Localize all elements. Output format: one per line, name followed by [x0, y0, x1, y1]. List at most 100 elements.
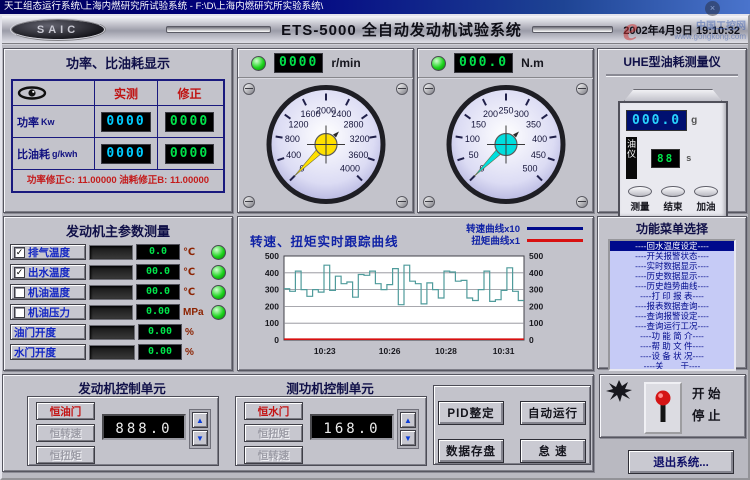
power-corrected-display: 0000 [165, 112, 214, 132]
engine-param-row: 机油压力0.00MPa [10, 304, 226, 320]
engine-param-row: 机油温度00.0℃ [10, 284, 226, 300]
spin-down-button[interactable]: ▼ [192, 430, 208, 446]
col-corrected: 修正 [158, 81, 221, 105]
svg-text:150: 150 [470, 119, 485, 129]
menu-item[interactable]: ----查询报警设定---- [610, 311, 734, 321]
dyno-setpoint-stepper: ▲ ▼ [397, 409, 419, 449]
mode-button[interactable]: 恒扭矩 [36, 446, 95, 464]
menu-item[interactable]: ----回水温度设定---- [610, 241, 734, 251]
param-bar [89, 285, 133, 300]
correction-factors: 功率修正C: 11.00000 油耗修正B: 11.00000 [13, 170, 223, 191]
menu-title: 功能菜单选择 [598, 217, 746, 237]
svg-text:10:23: 10:23 [314, 346, 336, 356]
window-title: 天工组态运行系统\上海内燃研究所试验系统 - F:\D\上海内燃研究所实验系统\ [4, 1, 323, 12]
svg-text:50: 50 [468, 150, 478, 160]
menu-item[interactable]: ----功 能 简 介---- [610, 331, 734, 341]
menu-item[interactable]: ----设 备 状 况---- [610, 351, 734, 361]
menu-item[interactable]: ----报表数据查询---- [610, 301, 734, 311]
uhe-button[interactable]: 加油 [694, 186, 718, 213]
param-label-button[interactable]: 水门开度 [10, 344, 86, 360]
param-checkbox[interactable] [14, 307, 25, 318]
action-button[interactable]: 怠 速 [520, 439, 586, 463]
uhe-fuel-meter-panel: UHE型油耗测量仪 000.0 g 油仪 88 s 测量结束加油 [597, 48, 747, 213]
start-stop-lever[interactable] [644, 382, 682, 434]
mode-button[interactable]: 恒油门 [36, 402, 95, 420]
function-menu-list[interactable]: ----回水温度设定--------开关报警状态--------实时数据显示--… [608, 239, 736, 371]
sfc-measured-display: 0000 [101, 144, 150, 164]
uhe-button[interactable]: 测量 [628, 186, 652, 213]
param-unit-label: % [185, 327, 210, 338]
svg-text:250: 250 [498, 105, 513, 115]
param-value-display: 0.00 [136, 304, 180, 320]
mode-button[interactable]: 恒转速 [36, 424, 95, 442]
svg-text:500: 500 [265, 251, 279, 261]
param-led-indicator [211, 245, 226, 260]
engine-control-unit: 恒油门恒转速恒扭矩 888.0 ▲ ▼ [27, 396, 219, 466]
menu-item[interactable]: ----打 印 报 表---- [610, 291, 734, 301]
svg-text:400: 400 [286, 150, 301, 160]
param-label-button[interactable]: 油门开度 [10, 324, 86, 340]
engine-params-title: 发动机主参数测量 [4, 217, 232, 240]
bottom-control-area: 发动机控制单元 测功机控制单元 恒油门恒转速恒扭矩 888.0 ▲ ▼ 恒水门恒… [2, 374, 594, 472]
exit-system-button[interactable]: 退出系统... [628, 450, 734, 474]
dyno-setpoint-display: 168.0 [310, 414, 394, 440]
spin-down-button[interactable]: ▼ [400, 430, 416, 446]
app-title: ETS-5000 全自动发动机试验系统 [281, 19, 522, 40]
param-bar [89, 245, 133, 260]
mode-button[interactable]: 恒水门 [244, 402, 303, 420]
power-row-label: 功率 Kw [13, 106, 95, 137]
torque-gauge-panel: 000.0 N.m 050100150200250300350400450500 [417, 48, 594, 213]
param-value-display: 0.0 [136, 244, 180, 260]
uhe-grams-unit: g [691, 115, 697, 126]
svg-text:10:28: 10:28 [435, 346, 457, 356]
legend-entry: 扭矩曲线x1 [466, 234, 583, 246]
spin-up-button[interactable]: ▲ [192, 412, 208, 428]
svg-text:300: 300 [265, 285, 279, 295]
param-checkbox[interactable]: ✓ [14, 267, 25, 278]
svg-text:500: 500 [529, 251, 543, 261]
menu-item[interactable]: ----关 于---- [610, 361, 734, 371]
torque-gauge-dial: 050100150200250300350400450500 [421, 82, 591, 209]
svg-text:800: 800 [284, 134, 299, 144]
param-label-button[interactable]: ✓出水温度 [10, 264, 86, 280]
param-label-button[interactable]: 机油温度 [10, 284, 86, 300]
action-button[interactable]: 自动运行 [520, 401, 586, 425]
param-unit-label: ℃ [183, 287, 208, 298]
tracking-chart-panel: 转速、扭矩实时跟踪曲线 转速曲线x10扭矩曲线x1 00100100200200… [237, 216, 594, 371]
menu-item[interactable]: ----历史趋势曲线---- [610, 281, 734, 291]
uhe-buttons: 测量结束加油 [626, 186, 720, 213]
param-led-indicator [211, 305, 226, 320]
svg-text:400: 400 [532, 134, 547, 144]
param-label-button[interactable]: ✓排气温度 [10, 244, 86, 260]
menu-item[interactable]: ----查询运行工况---- [610, 321, 734, 331]
menu-item[interactable]: ----实时数据显示---- [610, 261, 734, 271]
stop-label: 停 止 [692, 405, 720, 427]
param-checkbox[interactable] [14, 287, 25, 298]
legend-line [527, 227, 583, 230]
param-bar [89, 305, 133, 320]
torque-readout-strip: 000.0 N.m [418, 49, 593, 79]
menu-item[interactable]: ----帮 助 文 件---- [610, 341, 734, 351]
start-stop-labels: 开 始 停 止 [692, 383, 720, 427]
mode-button[interactable]: 恒转速 [244, 446, 303, 464]
speed-digital-display: 0000 [274, 53, 323, 73]
action-button[interactable]: 数据存盘 [438, 439, 504, 463]
engine-setpoint-display: 888.0 [102, 414, 186, 440]
svg-text:2400: 2400 [331, 109, 351, 119]
action-button[interactable]: PID整定 [438, 401, 504, 425]
action-buttons-panel: PID整定自动运行数据存盘怠 速 [433, 385, 591, 465]
param-unit-label: ℃ [183, 267, 208, 278]
menu-item[interactable]: ----开关报警状态---- [610, 251, 734, 261]
uhe-button[interactable]: 结束 [661, 186, 685, 213]
svg-text:1200: 1200 [288, 119, 308, 129]
svg-text:10:26: 10:26 [379, 346, 401, 356]
spin-up-button[interactable]: ▲ [400, 412, 416, 428]
menu-item[interactable]: ----历史数据显示---- [610, 271, 734, 281]
speed-gauge-dial: 040080012001600200024002800320036004000 [241, 82, 411, 209]
engine-param-row: ✓出水温度00.0℃ [10, 264, 226, 280]
param-checkbox[interactable]: ✓ [14, 247, 25, 258]
param-label-button[interactable]: 机油压力 [10, 304, 86, 320]
speed-unit-label: r/min [331, 56, 360, 70]
oval-button-icon [628, 186, 652, 197]
mode-button[interactable]: 恒扭矩 [244, 424, 303, 442]
